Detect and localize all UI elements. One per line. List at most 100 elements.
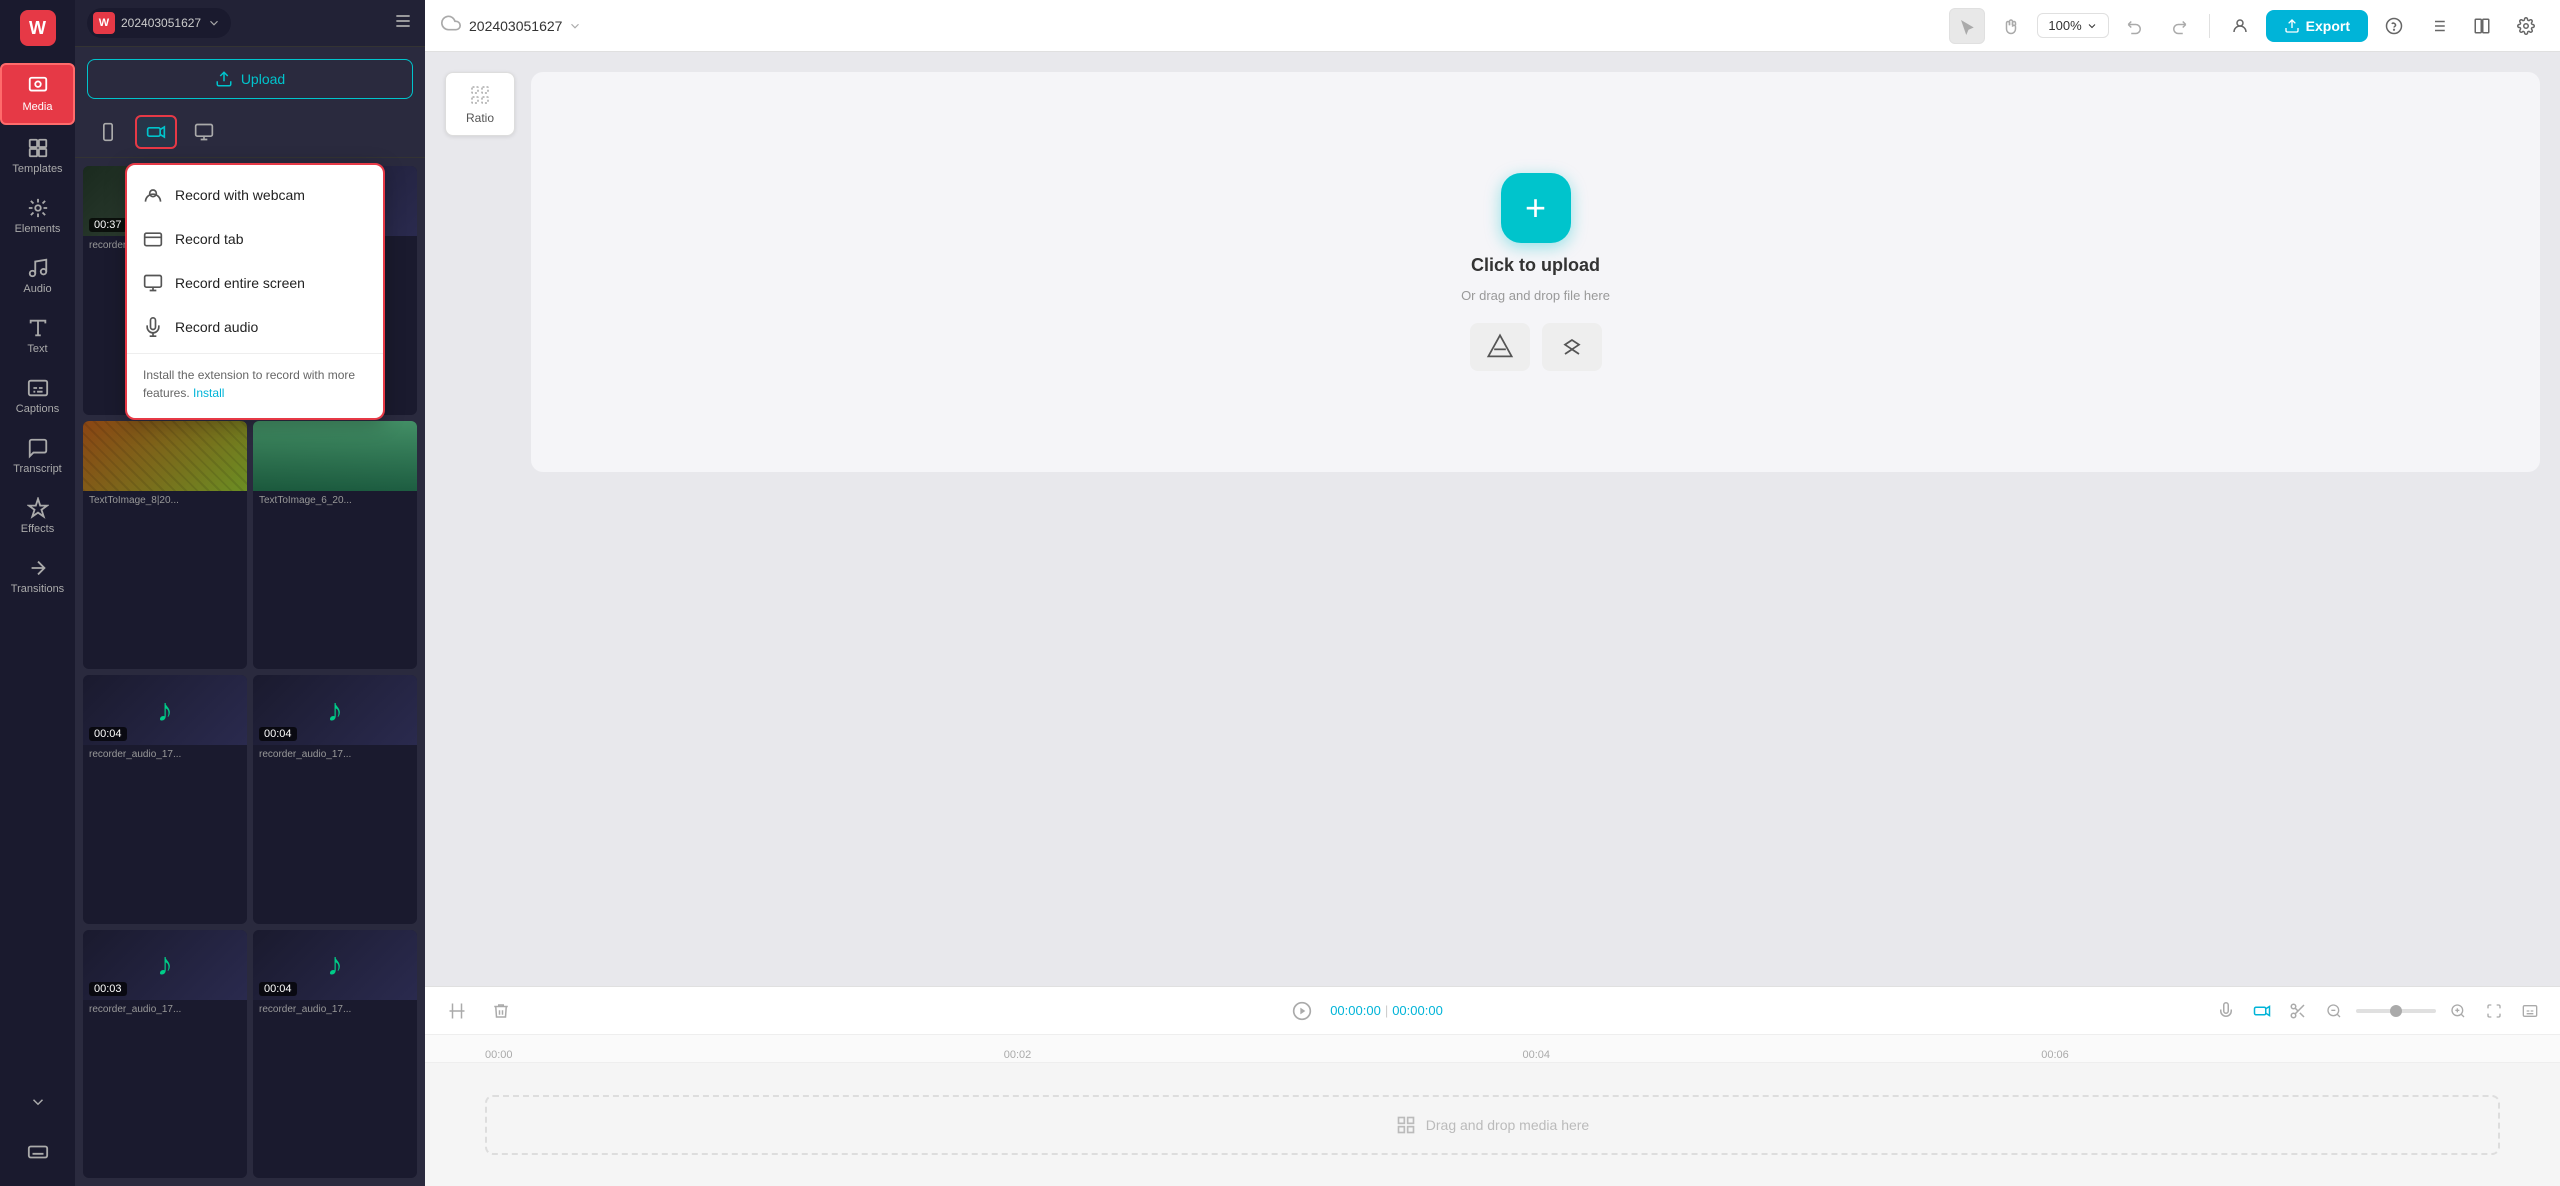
cursor-tool-button[interactable] — [1949, 8, 1985, 44]
sidebar-item-transcript[interactable]: Transcript — [0, 427, 75, 485]
split-icon — [2473, 17, 2491, 35]
ruler-time: 00:00 — [485, 1049, 513, 1061]
upload-area[interactable]: + Click to upload Or drag and drop file … — [531, 72, 2540, 472]
tab-monitor[interactable] — [183, 115, 225, 149]
drop-hint-text: Drag and drop media here — [1426, 1117, 1589, 1133]
list-view-button[interactable] — [2420, 8, 2456, 44]
media-card[interactable]: TextToImage_8|20... — [83, 421, 247, 670]
sidebar-item-effects[interactable]: Effects — [0, 487, 75, 545]
install-link[interactable]: Install — [193, 386, 224, 400]
monitor-icon — [194, 122, 214, 142]
media-duration: 00:04 — [89, 727, 127, 741]
sidebar-item-transitions-label: Transitions — [11, 583, 64, 595]
project-name-button[interactable]: W 202403051627 — [87, 8, 231, 38]
tab-record[interactable] — [135, 115, 177, 149]
dropdown-item-screen[interactable]: Record entire screen — [127, 261, 383, 305]
dropdown-note-text: Install the extension to record with mor… — [143, 368, 355, 400]
play-button[interactable] — [1286, 995, 1318, 1027]
zoom-in-button[interactable] — [2444, 997, 2472, 1025]
sidebar-item-collapse[interactable] — [17, 1083, 59, 1121]
toolbar-project-name[interactable]: 202403051627 — [469, 18, 582, 34]
sidebar-item-text-label: Text — [27, 343, 47, 355]
sidebar-item-captions[interactable]: Captions — [0, 367, 75, 425]
help-button[interactable] — [2376, 8, 2412, 44]
zoom-in-icon — [2450, 1003, 2466, 1019]
delete-button[interactable] — [485, 995, 517, 1027]
record-dropdown: Record with webcam Record tab Record ent… — [125, 163, 385, 420]
export-button[interactable]: Export — [2266, 10, 2368, 42]
zoom-out-button[interactable] — [2320, 997, 2348, 1025]
undo-icon — [2126, 17, 2144, 35]
media-card[interactable]: ♪ 00:03 recorder_audio_17... — [83, 930, 247, 1179]
sidebar-item-keyboard[interactable] — [17, 1131, 59, 1173]
keyboard-icon — [27, 1141, 49, 1163]
account-button[interactable] — [2222, 8, 2258, 44]
sidebar: W Media Templates Elements Audi — [0, 0, 75, 1186]
media-card[interactable]: ♪ 00:04 recorder_audio_17... — [253, 930, 417, 1179]
toolbar-divider — [2209, 14, 2210, 38]
google-drive-icon — [1486, 333, 1514, 361]
sidebar-item-audio[interactable]: Audio — [0, 247, 75, 305]
media-label: TextToImage_6_20... — [253, 491, 417, 512]
tab-mobile[interactable] — [87, 115, 129, 149]
redo-button[interactable] — [2161, 8, 2197, 44]
sidebar-item-effects-label: Effects — [21, 523, 54, 535]
trim-button[interactable] — [441, 995, 473, 1027]
webcam-icon — [143, 185, 163, 205]
sidebar-item-media-label: Media — [23, 101, 53, 113]
sidebar-item-elements[interactable]: Elements — [0, 187, 75, 245]
sidebar-item-text[interactable]: Text — [0, 307, 75, 365]
timeline-ruler: 00:00 00:02 00:04 00:06 — [425, 1035, 2560, 1063]
undo-button[interactable] — [2117, 8, 2153, 44]
hand-tool-button[interactable] — [1993, 8, 2029, 44]
split-panel-button[interactable] — [2464, 8, 2500, 44]
media-label: recorder_audio_17... — [83, 745, 247, 766]
scissors-button[interactable] — [2284, 997, 2312, 1025]
sidebar-item-transitions[interactable]: Transitions — [0, 547, 75, 605]
upload-integrations — [1470, 323, 1602, 371]
zoom-thumb[interactable] — [2390, 1005, 2402, 1017]
upload-label: Upload — [241, 71, 285, 87]
upload-plus-button[interactable]: + — [1501, 173, 1571, 243]
media-duration: 00:03 — [89, 982, 127, 996]
dropbox-button[interactable] — [1542, 323, 1602, 371]
media-duration: 00:04 — [259, 982, 297, 996]
hamburger-icon[interactable] — [393, 11, 413, 36]
zoom-display[interactable]: 100% — [2037, 13, 2108, 38]
subtitles-button[interactable] — [2516, 997, 2544, 1025]
settings-button[interactable] — [2508, 8, 2544, 44]
media-card[interactable]: TextToImage_6_20... — [253, 421, 417, 670]
timeline-controls-right — [2212, 997, 2544, 1025]
tab-icon — [143, 229, 163, 249]
ruler-time: 00:02 — [1004, 1049, 1032, 1061]
dropdown-item-webcam[interactable]: Record with webcam — [127, 173, 383, 217]
time-separator: | — [1385, 1003, 1388, 1018]
dropdown-webcam-label: Record with webcam — [175, 187, 305, 203]
zoom-track[interactable] — [2356, 1009, 2436, 1013]
sidebar-item-media[interactable]: Media — [0, 63, 75, 125]
media-label: recorder_audio_17... — [83, 1000, 247, 1021]
trim-icon — [448, 1002, 466, 1020]
ratio-icon — [468, 83, 492, 107]
timeline-tracks[interactable]: Drag and drop media here — [425, 1063, 2560, 1186]
fit-button[interactable] — [2480, 997, 2508, 1025]
chevron-down-icon — [2086, 20, 2098, 32]
media-card[interactable]: ♪ 00:04 recorder_audio_17... — [83, 675, 247, 924]
dropdown-item-audio[interactable]: Record audio — [127, 305, 383, 349]
mic-button[interactable] — [2212, 997, 2240, 1025]
ratio-button[interactable]: Ratio — [445, 72, 515, 136]
w-badge: W — [93, 12, 115, 34]
sidebar-item-templates[interactable]: Templates — [0, 127, 75, 185]
ruler-time: 00:04 — [1523, 1049, 1551, 1061]
timeline-time: 00:00:00 | 00:00:00 — [1330, 1003, 1443, 1018]
cloud-sync-icon — [441, 13, 461, 38]
google-drive-button[interactable] — [1470, 323, 1530, 371]
upload-button[interactable]: Upload — [87, 59, 413, 99]
main: 202403051627 100% — [425, 0, 2560, 1186]
media-card[interactable]: ♪ 00:04 recorder_audio_17... — [253, 675, 417, 924]
dropdown-item-tab[interactable]: Record tab — [127, 217, 383, 261]
media-label: TextToImage_8|20... — [83, 491, 247, 512]
camera-button[interactable] — [2248, 997, 2276, 1025]
grid-icon — [1396, 1115, 1416, 1135]
canvas-area: Ratio + Click to upload Or drag and drop… — [425, 52, 2560, 986]
